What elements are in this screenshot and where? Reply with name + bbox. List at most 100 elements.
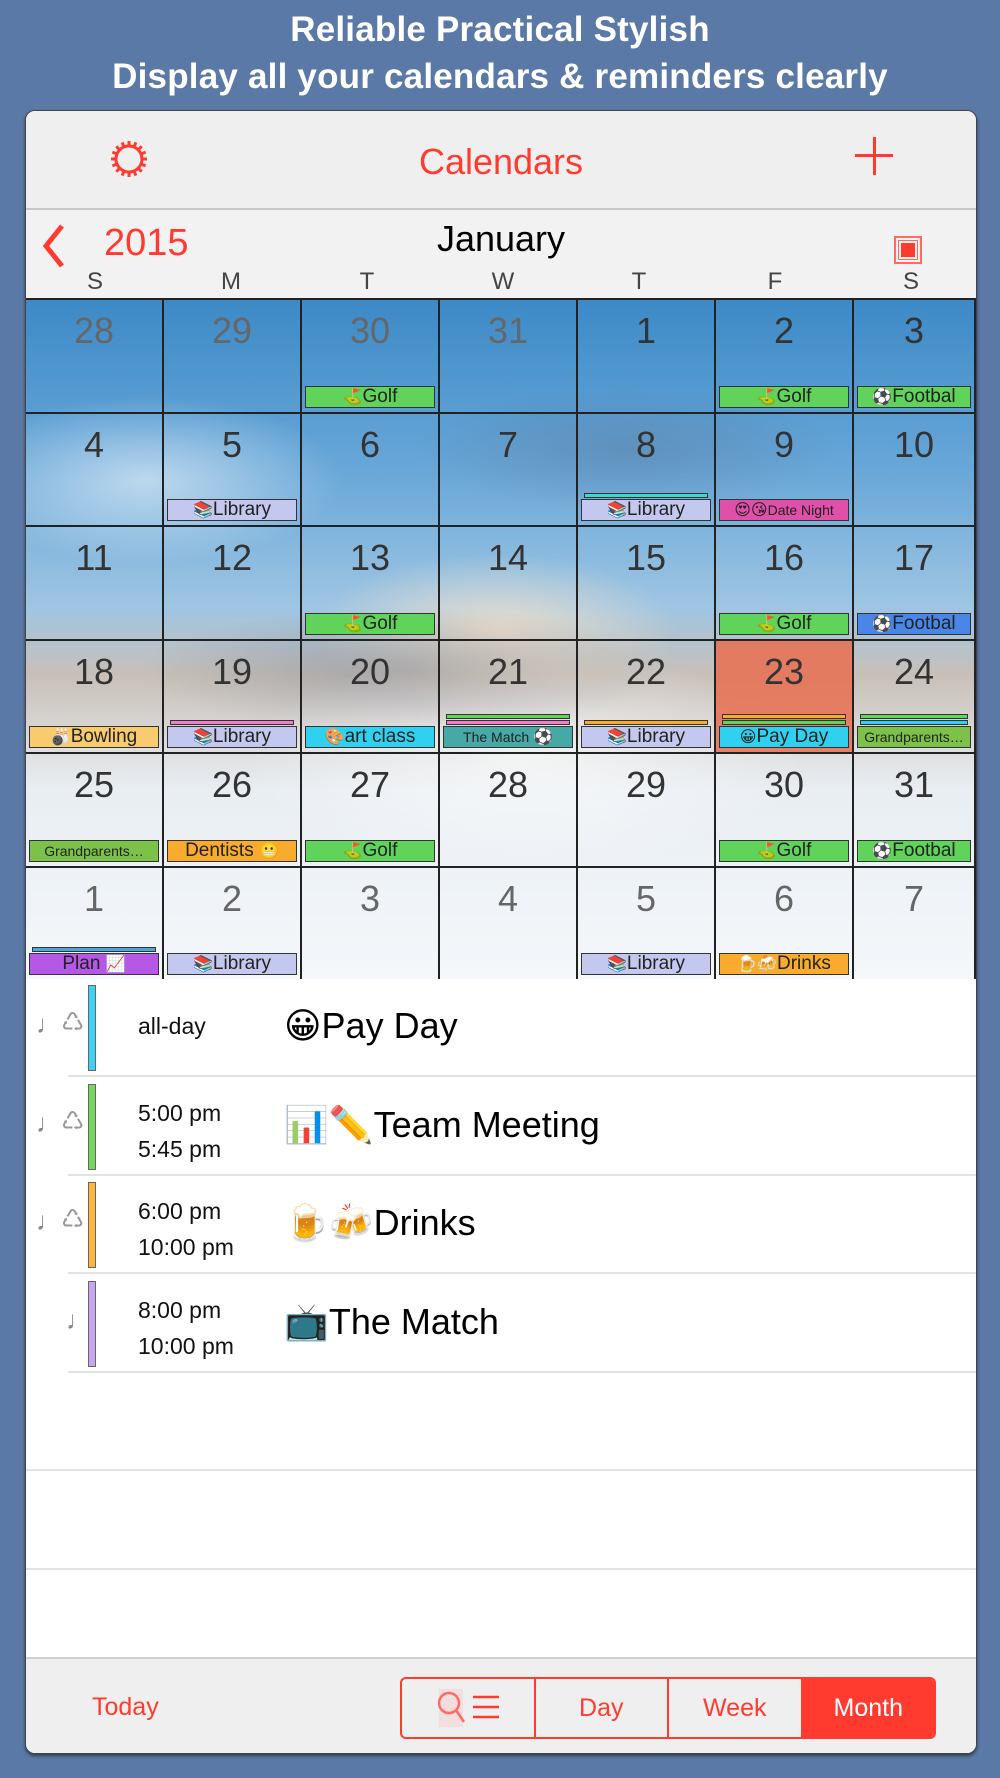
day-cell[interactable]: 4 <box>26 413 164 527</box>
day-cell[interactable]: 18 🎳Bowling <box>26 640 164 754</box>
day-cell[interactable]: 1 <box>578 300 716 414</box>
day-cell[interactable]: 5 📚Library <box>578 867 716 981</box>
day-cell[interactable]: 22 📚Library <box>578 640 716 754</box>
today-button[interactable]: Today <box>92 1693 159 1722</box>
nav-bar: Calendars <box>26 111 976 210</box>
day-number: 1 <box>635 310 657 351</box>
day-number: 13 <box>349 537 391 578</box>
event-chip[interactable]: ⛳Golf <box>719 612 849 635</box>
day-cell[interactable]: 6 🍺🍻Drinks <box>716 867 854 981</box>
day-number: 1 <box>83 877 105 919</box>
day-cell[interactable]: 25 Grandparents… <box>26 754 164 868</box>
calendar-color-bar <box>88 1083 96 1170</box>
day-cell[interactable]: 20 🎨art class <box>302 640 440 754</box>
event-chip[interactable]: ⛳Golf <box>305 385 435 408</box>
day-number: 21 <box>487 650 529 692</box>
event-chip[interactable]: ⛳Golf <box>719 385 849 408</box>
day-cell[interactable]: 28 <box>440 754 578 868</box>
repeat-icon: ♺ <box>61 1007 85 1037</box>
event-chip[interactable]: ⛳Golf <box>305 612 435 635</box>
event-label: Golf <box>362 612 398 634</box>
day-cell[interactable]: 24 Grandparents… <box>854 640 976 754</box>
day-cell[interactable]: 5 📚Library <box>164 413 302 527</box>
day-number: 3 <box>359 877 381 919</box>
day-cell[interactable]: 31 <box>440 300 578 414</box>
day-cell[interactable]: 23 😀Pay Day <box>716 640 854 754</box>
day-cell[interactable]: 2 📚Library <box>164 867 302 981</box>
event-chip[interactable]: 📚Library <box>581 499 711 521</box>
event-chip[interactable]: The Match ⚽ <box>443 726 573 748</box>
event-chip[interactable]: ⚽Footbal <box>857 612 971 635</box>
day-number: 30 <box>763 764 805 805</box>
day-cell[interactable]: 2 ⛳Golf <box>716 300 854 414</box>
day-cell[interactable]: 3 ⚽Footbal <box>854 300 976 414</box>
day-cell[interactable]: 27 ⛳Golf <box>302 754 440 868</box>
day-cell[interactable]: 11 <box>26 527 164 641</box>
event-chip[interactable]: 😍😘Date Night <box>719 499 849 521</box>
day-cell[interactable]: 1 Plan 📈 <box>26 867 164 981</box>
day-cell[interactable]: 4 <box>440 867 578 981</box>
day-cell[interactable]: 13 ⛳Golf <box>302 527 440 641</box>
day-cell[interactable]: 30 ⛳Golf <box>302 300 440 414</box>
day-cell[interactable]: 29 <box>578 754 716 868</box>
event-chip[interactable]: 📚Library <box>581 726 711 748</box>
event-list-row[interactable]: ♩ ♺ 6:00 pm 10:00 pm 🍺🍻Drinks <box>26 1176 976 1274</box>
day-cell[interactable]: 15 <box>578 527 716 641</box>
tab-day[interactable]: Day <box>536 1679 669 1737</box>
day-cell[interactable]: 12 <box>164 527 302 641</box>
day-event-list: ♩ ♺ all-day 😀Pay Day ♩ ♺ 5:00 pm 5:45 pm 📊✏️Team… <box>26 979 976 1637</box>
day-cell[interactable]: 29 <box>164 300 302 414</box>
event-chip[interactable]: 🎨art class <box>305 726 435 748</box>
event-title-text: Drinks <box>373 1202 476 1243</box>
day-number: 9 <box>773 423 795 465</box>
add-event-button[interactable] <box>851 133 899 181</box>
event-list-row[interactable]: ♩ 8:00 pm 10:00 pm 📺The Match <box>26 1275 976 1373</box>
event-emoji-icon: 📚 <box>607 729 627 746</box>
event-emoji-icon: ⛳ <box>756 615 777 633</box>
day-cell[interactable]: 7 <box>440 413 578 527</box>
event-chip[interactable]: ⛳Golf <box>719 839 849 862</box>
event-chip[interactable]: 📚Library <box>167 953 297 975</box>
square-icon[interactable] <box>894 236 922 264</box>
row-divider <box>26 1567 976 1570</box>
day-cell[interactable]: 17 ⚽Footbal <box>854 527 976 641</box>
event-emoji-icon: 📚 <box>193 729 213 746</box>
day-number: 24 <box>893 650 935 692</box>
day-cell[interactable]: 21 The Match ⚽ <box>440 640 578 754</box>
day-cell[interactable]: 30 ⛳Golf <box>716 754 854 868</box>
event-list-row[interactable]: ♩ ♺ 5:00 pm 5:45 pm 📊✏️Team Meeting <box>26 1078 976 1176</box>
day-cell[interactable]: 14 <box>440 527 578 641</box>
event-list-row[interactable]: ♩ ♺ all-day 😀Pay Day <box>26 979 976 1077</box>
day-cell[interactable]: 8 📚Library <box>578 413 716 527</box>
event-chip[interactable]: Dentists 😬 <box>167 839 297 862</box>
day-cell[interactable]: 31 ⚽Footbal <box>854 754 976 868</box>
event-end-time: 10:00 pm <box>138 1332 234 1359</box>
tab-month[interactable]: Month <box>802 1679 934 1737</box>
day-cell[interactable]: 7 <box>854 867 976 981</box>
event-chip[interactable]: Grandparents… <box>857 726 971 748</box>
alarm-icon: ♩ <box>36 1009 62 1039</box>
search-list-button[interactable] <box>402 1679 536 1737</box>
day-cell[interactable]: 10 <box>854 413 976 527</box>
event-chip[interactable]: 🎳Bowling <box>29 726 159 748</box>
tab-week[interactable]: Week <box>669 1679 803 1737</box>
day-cell[interactable]: 26 Dentists 😬 <box>164 754 302 868</box>
event-chip[interactable]: 📚Library <box>167 726 297 748</box>
event-chip[interactable]: ⚽Footbal <box>857 385 971 408</box>
day-cell[interactable]: 9 😍😘Date Night <box>716 413 854 527</box>
day-cell[interactable]: 28 <box>26 300 164 414</box>
event-chip[interactable]: 😀Pay Day <box>719 726 849 748</box>
event-chip[interactable]: 📚Library <box>167 499 297 521</box>
event-chip[interactable]: ⚽Footbal <box>857 839 971 862</box>
event-label: Golf <box>362 385 398 407</box>
event-chip[interactable]: Grandparents… <box>29 839 159 862</box>
event-emoji-icon: 🎳 <box>50 729 71 746</box>
event-chip[interactable]: 📚Library <box>581 953 711 975</box>
day-cell[interactable]: 3 <box>302 867 440 981</box>
event-chip[interactable]: ⛳Golf <box>305 839 435 862</box>
day-cell[interactable]: 19 📚Library <box>164 640 302 754</box>
event-chip[interactable]: Plan 📈 <box>29 953 159 975</box>
day-cell[interactable]: 6 <box>302 413 440 527</box>
day-cell[interactable]: 16 ⛳Golf <box>716 527 854 641</box>
event-chip[interactable]: 🍺🍻Drinks <box>719 953 849 975</box>
